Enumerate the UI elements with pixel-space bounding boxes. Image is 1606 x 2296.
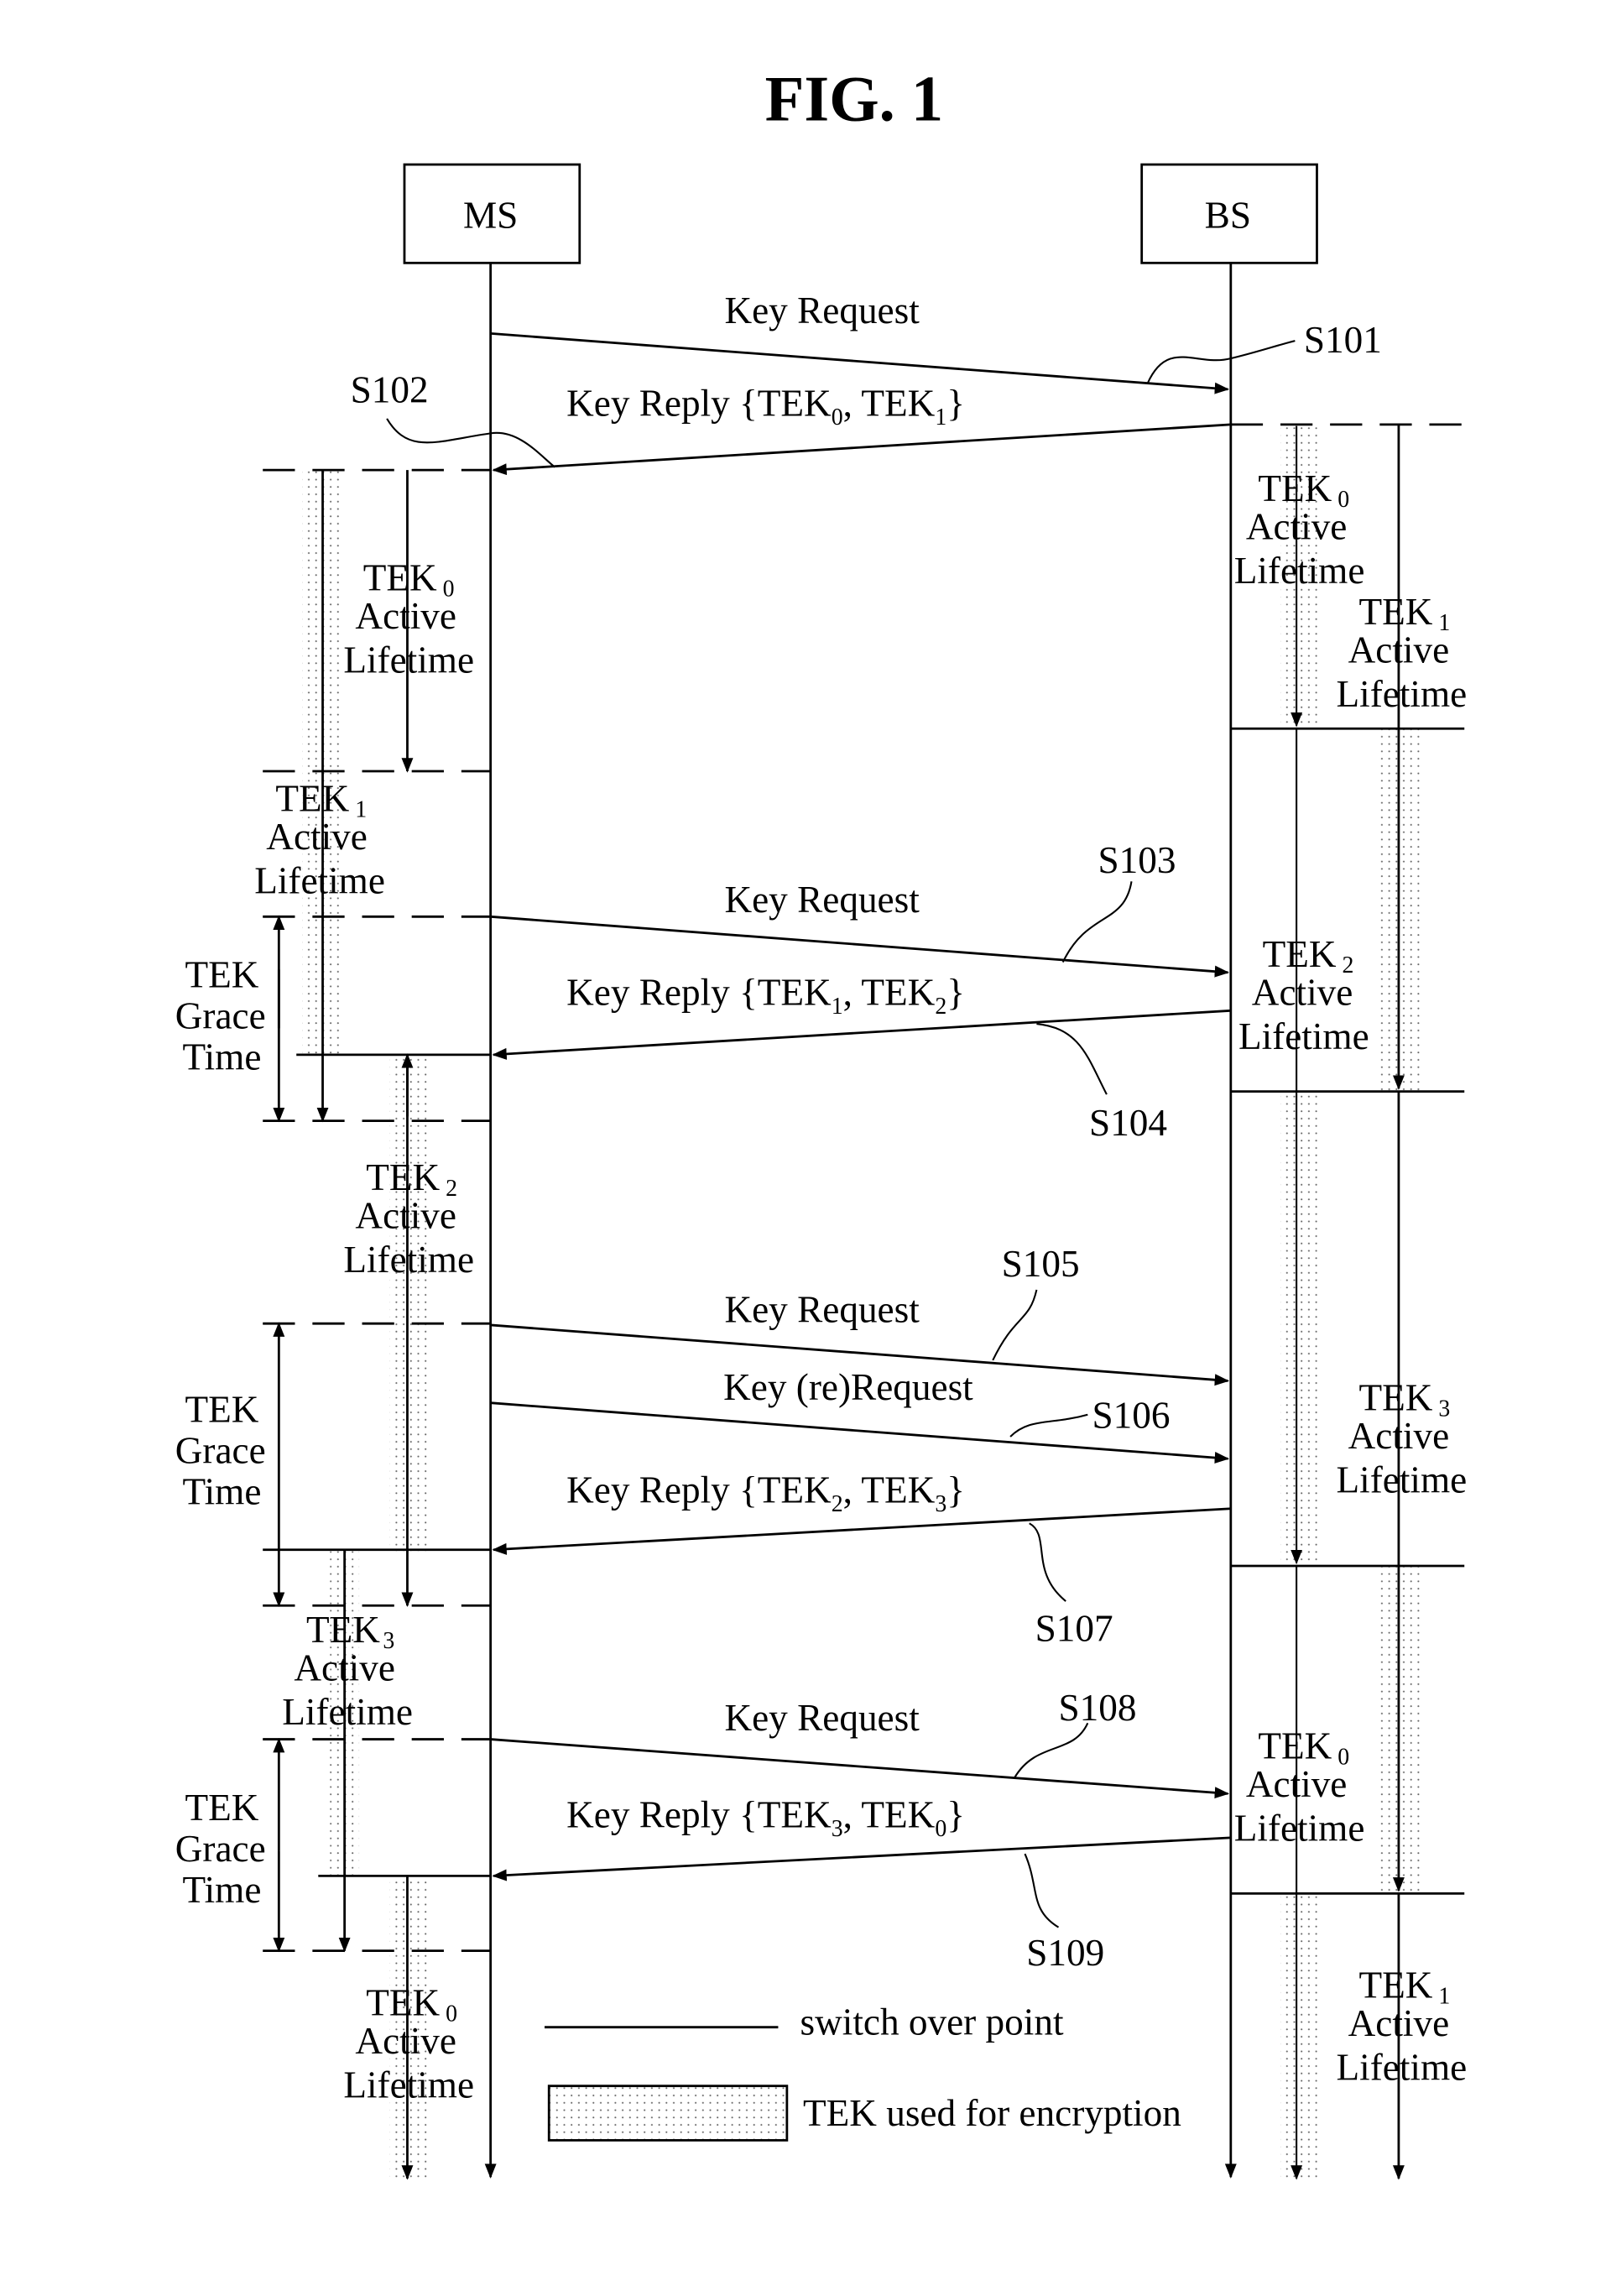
bs-enc-band	[1379, 1566, 1421, 1894]
svg-text:Active: Active	[355, 1194, 456, 1236]
msg-label: Key Reply {TEK3, TEK0}	[566, 1793, 965, 1842]
bs-lifetime-label: TEK 0 Active Lifetime	[1234, 1725, 1365, 1849]
step-label: S109	[1026, 1932, 1104, 1974]
step-label: S104	[1089, 1102, 1167, 1144]
svg-text:Grace: Grace	[175, 1429, 266, 1471]
step-label: S106	[1092, 1394, 1171, 1436]
msg-label: Key Request	[724, 1288, 920, 1330]
svg-text:Grace: Grace	[175, 1828, 266, 1870]
svg-text:Time: Time	[183, 1036, 262, 1078]
svg-text:Grace: Grace	[175, 994, 266, 1036]
ms-label: MS	[463, 194, 518, 236]
svg-text:TEK: TEK	[185, 953, 259, 995]
leader-s102	[386, 418, 555, 468]
svg-text:TEK: TEK	[185, 1787, 259, 1829]
step-label: S105	[1002, 1243, 1080, 1285]
msg-s104-arrow	[492, 1009, 1231, 1060]
msg-s102-arrow	[492, 423, 1231, 476]
step-label: S107	[1035, 1607, 1113, 1649]
bs-lifetime-label: TEK 0 Active Lifetime	[1234, 467, 1365, 592]
bs-enc-band	[1280, 1893, 1322, 2179]
svg-text:Active: Active	[1246, 505, 1348, 547]
ms-lifetime-label: TEK 0 Active Lifetime	[343, 1982, 474, 2106]
svg-text:Active: Active	[266, 816, 368, 858]
legend-encryption-label: TEK used for encryption	[803, 2092, 1181, 2134]
leader-s105	[992, 1289, 1038, 1361]
grace-time-label: TEK Grace Time	[175, 953, 266, 1078]
msg-label: Key (re)Request	[723, 1366, 973, 1408]
grace-time-label: TEK Grace Time	[175, 1787, 266, 1911]
leader-s108	[1014, 1722, 1089, 1778]
bs-lifetime-label: TEK 3 Active Lifetime	[1337, 1376, 1468, 1500]
svg-text:Active: Active	[294, 1646, 395, 1688]
ms-lifetime-label: TEK 0 Active Lifetime	[343, 557, 474, 681]
leader-s106	[1009, 1413, 1088, 1438]
svg-text:Lifetime: Lifetime	[1234, 550, 1365, 592]
svg-text:Time: Time	[183, 1470, 262, 1512]
step-label: S103	[1098, 839, 1176, 881]
msg-label: Key Reply {TEK1, TEK2}	[566, 971, 965, 1020]
msg-s109-arrow	[492, 1836, 1231, 1881]
svg-text:Active: Active	[1252, 971, 1353, 1013]
bs-lifetime-label: TEK 1 Active Lifetime	[1337, 591, 1468, 715]
step-label: S101	[1304, 319, 1382, 361]
grace-time-label: TEK Grace Time	[175, 1388, 266, 1512]
svg-text:Time: Time	[183, 1869, 262, 1911]
svg-text:Lifetime: Lifetime	[343, 1239, 474, 1281]
svg-text:Active: Active	[1348, 629, 1450, 671]
step-label: S102	[351, 369, 429, 411]
msg-label: Key Request	[724, 1697, 920, 1739]
leader-s109	[1024, 1853, 1060, 1928]
svg-text:Lifetime: Lifetime	[343, 639, 474, 681]
svg-text:Lifetime: Lifetime	[1337, 673, 1468, 715]
bs-lifetime-label: TEK 2 Active Lifetime	[1238, 933, 1369, 1057]
ms-enc-band	[389, 1054, 431, 1552]
msg-s103-arrow	[490, 915, 1230, 978]
msg-label: Key Reply {TEK0, TEK1}	[566, 382, 965, 430]
leader-s104	[1036, 1023, 1108, 1095]
svg-text:Lifetime: Lifetime	[1234, 1807, 1365, 1849]
legend-encryption-swatch	[547, 2085, 789, 2142]
bs-enc-band	[1280, 1091, 1322, 1567]
svg-text:Active: Active	[1348, 1415, 1450, 1457]
leader-s107	[1029, 1522, 1066, 1602]
legend-switch-label: switch over point	[800, 2001, 1064, 2043]
figure-title: FIG. 1	[765, 63, 944, 134]
svg-text:TEK: TEK	[185, 1388, 259, 1430]
msg-label: Key Request	[724, 879, 920, 921]
bs-lifetime-label: TEK 1 Active Lifetime	[1337, 1965, 1468, 2089]
bs-enc-band	[1379, 728, 1421, 1092]
ms-lifetime-label: TEK 2 Active Lifetime	[343, 1156, 474, 1281]
ms-lifetime-label: TEK 3 Active Lifetime	[282, 1609, 413, 1733]
svg-text:Lifetime: Lifetime	[282, 1691, 413, 1733]
svg-text:Lifetime: Lifetime	[343, 2064, 474, 2106]
msg-s107-arrow	[492, 1507, 1231, 1555]
ms-lifetime-label: TEK 1 Active Lifetime	[254, 777, 385, 901]
svg-text:Active: Active	[355, 2020, 456, 2062]
svg-text:Active: Active	[355, 595, 456, 637]
step-label: S108	[1059, 1687, 1137, 1729]
svg-text:Lifetime: Lifetime	[254, 859, 385, 901]
msg-label: Key Request	[724, 290, 920, 331]
msg-label: Key Reply {TEK2, TEK3}	[566, 1469, 965, 1518]
svg-text:Lifetime: Lifetime	[1337, 1458, 1468, 1500]
svg-text:Lifetime: Lifetime	[1238, 1015, 1369, 1057]
msg-s101-arrow	[490, 331, 1230, 394]
svg-text:Active: Active	[1246, 1763, 1348, 1805]
bs-label: BS	[1205, 194, 1251, 236]
leader-s103	[1061, 881, 1133, 963]
svg-text:Active: Active	[1348, 2002, 1450, 2044]
msg-s108-arrow	[490, 1738, 1230, 1799]
svg-text:Lifetime: Lifetime	[1337, 2047, 1468, 2089]
leader-s101	[1146, 340, 1296, 384]
sequence-diagram: FIG. 1 MS BS Key Request Key Reply {TEK0…	[175, 63, 1468, 2180]
